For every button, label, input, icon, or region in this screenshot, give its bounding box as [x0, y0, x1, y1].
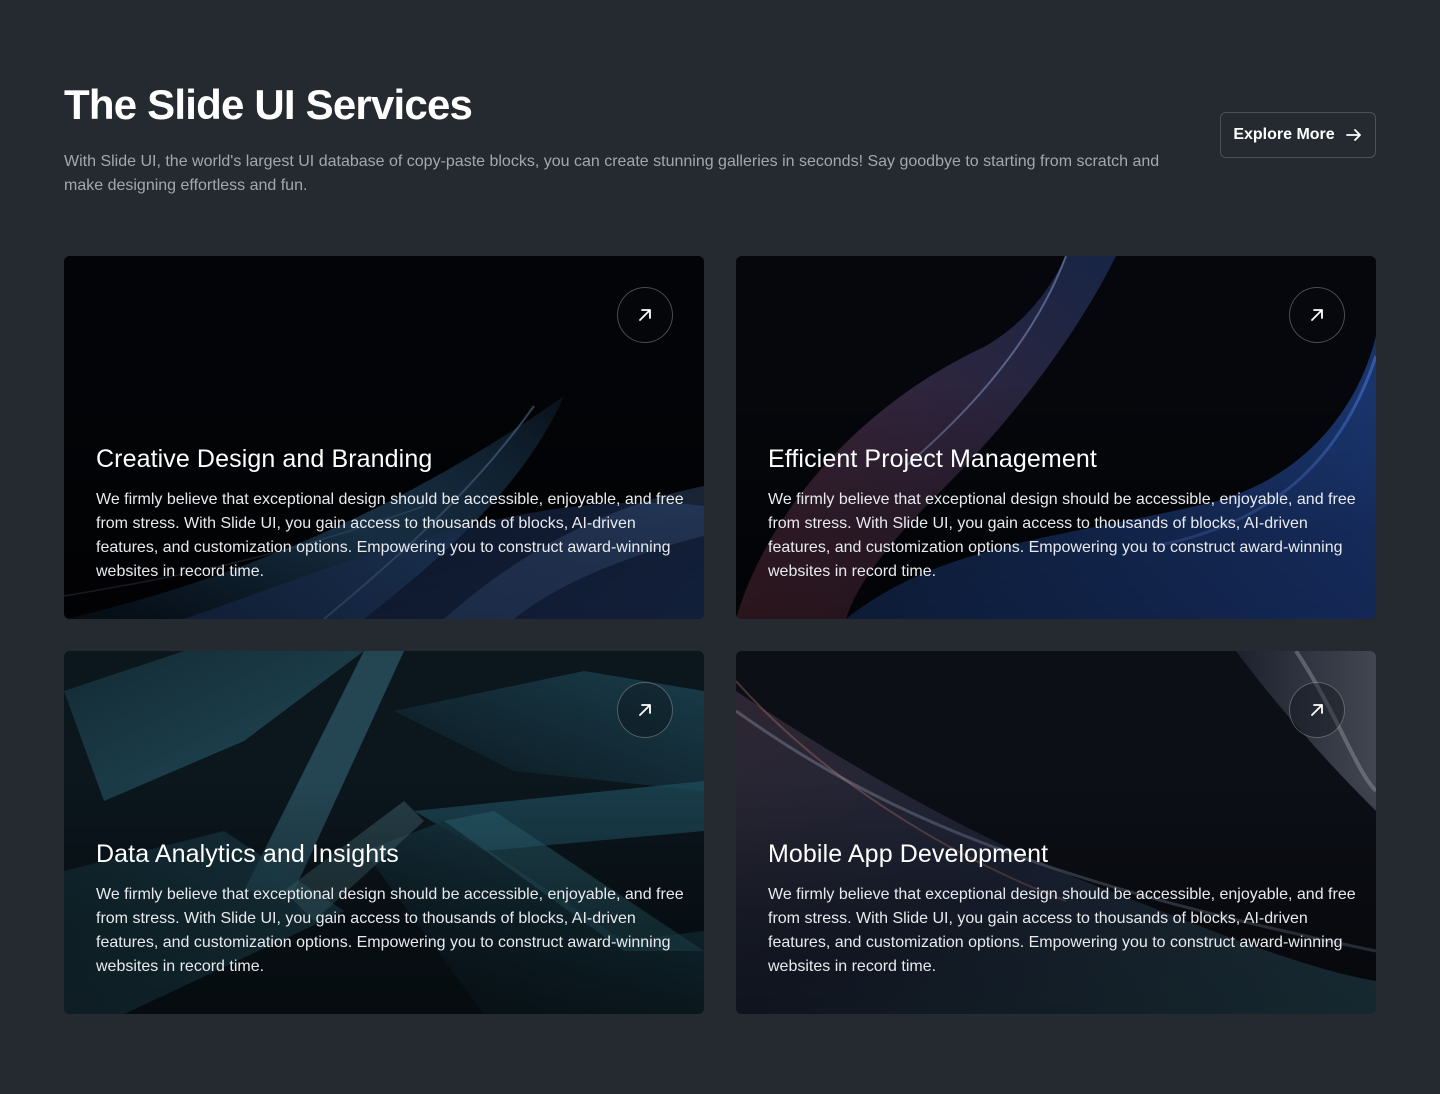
card-title: Data Analytics and Insights — [96, 840, 399, 868]
section-title: The Slide UI Services — [64, 81, 473, 128]
arrow-up-right-icon — [639, 704, 651, 716]
services-section: The Slide UI Services With Slide UI, the… — [0, 0, 1440, 1094]
card-content: Data Analytics and Insights We firmly be… — [96, 837, 686, 979]
services-grid: Creative Design and Branding We firmly b… — [64, 256, 1376, 1014]
card-title: Mobile App Development — [768, 840, 1049, 868]
arrow-right-icon — [1345, 129, 1361, 141]
arrow-up-right-icon — [1311, 309, 1323, 321]
service-card-creative-design[interactable]: Creative Design and Branding We firmly b… — [64, 256, 704, 619]
section-header: The Slide UI Services With Slide UI, the… — [64, 80, 1376, 200]
arrow-up-right-icon — [1311, 704, 1323, 716]
card-description: We firmly believe that exceptional desig… — [96, 886, 684, 975]
service-card-project-management[interactable]: Efficient Project Management We firmly b… — [736, 256, 1376, 619]
card-title: Efficient Project Management — [768, 445, 1097, 473]
card-link-button[interactable] — [617, 682, 673, 738]
card-link-button[interactable] — [1289, 682, 1345, 738]
card-title: Creative Design and Branding — [96, 445, 433, 473]
card-link-button[interactable] — [617, 287, 673, 343]
section-subtitle: With Slide UI, the world's largest UI da… — [64, 153, 1160, 194]
card-description: We firmly believe that exceptional desig… — [96, 491, 684, 580]
card-description: We firmly believe that exceptional desig… — [768, 491, 1356, 580]
explore-more-button[interactable]: Explore More — [1220, 112, 1376, 158]
explore-more-label: Explore More — [1233, 126, 1335, 143]
arrow-up-right-icon — [639, 309, 651, 321]
service-card-data-analytics[interactable]: Data Analytics and Insights We firmly be… — [64, 651, 704, 1014]
card-content: Efficient Project Management We firmly b… — [768, 442, 1358, 584]
card-content: Creative Design and Branding We firmly b… — [96, 442, 686, 584]
card-content: Mobile App Development We firmly believe… — [768, 837, 1358, 979]
card-link-button[interactable] — [1289, 287, 1345, 343]
card-description: We firmly believe that exceptional desig… — [768, 886, 1356, 975]
service-card-mobile-app[interactable]: Mobile App Development We firmly believe… — [736, 651, 1376, 1014]
